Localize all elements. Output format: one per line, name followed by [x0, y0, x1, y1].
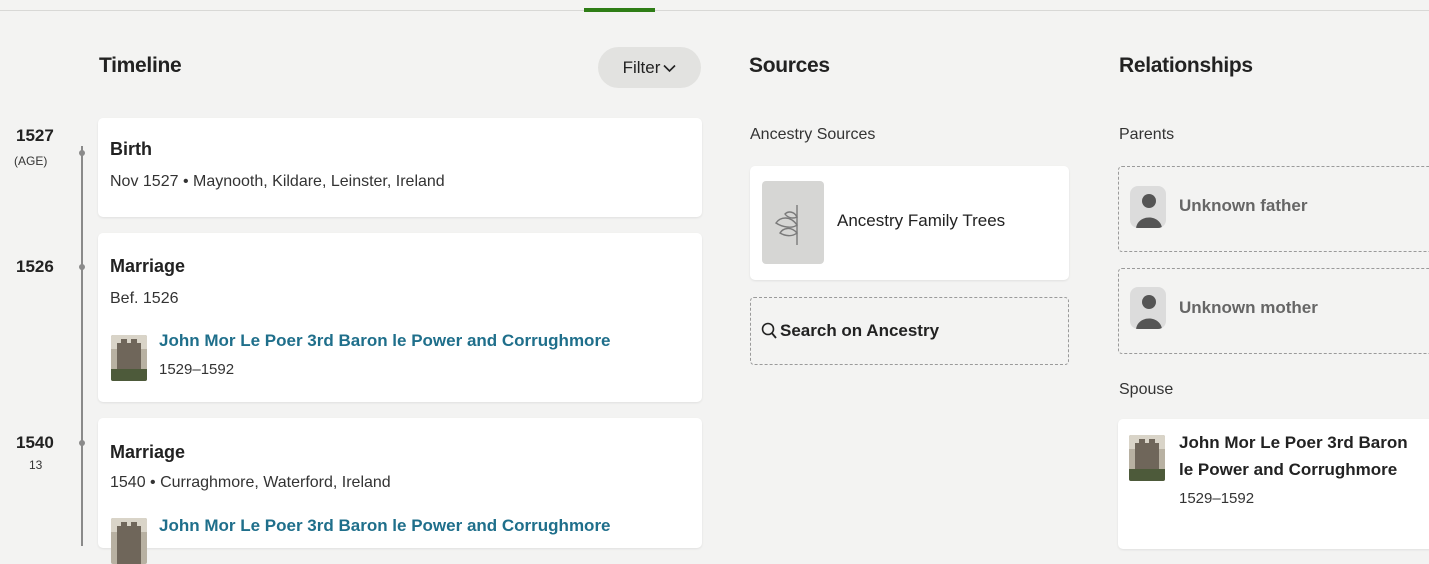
timeline-title: Timeline [99, 54, 182, 77]
active-tab-indicator [584, 8, 655, 12]
timeline-age: (AGE) [14, 154, 48, 168]
event-title: Marriage [110, 442, 186, 462]
person-silhouette-icon [1130, 287, 1166, 329]
timeline-line [81, 146, 83, 546]
parents-label: Parents [1119, 126, 1175, 143]
spouse-link[interactable]: John Mor Le Poer 3rd Baron le Power and … [159, 331, 611, 351]
spouse-dates: 1529–1592 [159, 361, 235, 378]
ancestry-sources-label: Ancestry Sources [750, 126, 876, 143]
event-detail: 1540 • Curraghmore, Waterford, Ireland [110, 474, 391, 491]
event-detail: Bef. 1526 [110, 290, 179, 307]
sources-title: Sources [749, 54, 830, 77]
timeline-age: 13 [29, 458, 43, 472]
castle-photo-thumbnail [1129, 435, 1165, 481]
event-card-marriage[interactable]: Marriage 1540 • Curraghmore, Waterford, … [98, 418, 702, 564]
spouse-label: Spouse [1119, 381, 1174, 398]
source-label: Ancestry Family Trees [837, 211, 1006, 230]
spouse-link[interactable]: John Mor Le Poer 3rd Baron le Power and … [159, 516, 611, 536]
timeline-year: 1527 [16, 126, 54, 145]
search-icon [761, 322, 777, 345]
filter-button[interactable]: Filter [598, 47, 701, 88]
unknown-father-label: Unknown father [1179, 196, 1308, 215]
person-silhouette-icon [1130, 186, 1166, 228]
event-title: Birth [110, 139, 152, 159]
castle-photo-thumbnail [111, 335, 147, 381]
spouse-name-line2[interactable]: le Power and Corrughmore [1179, 460, 1397, 480]
spouse-card[interactable]: John Mor Le Poer 3rd Baron le Power and … [1118, 419, 1429, 549]
relationships-title: Relationships [1119, 54, 1253, 77]
event-card-birth[interactable]: Birth Nov 1527 • Maynooth, Kildare, Lein… [98, 118, 702, 217]
search-on-ancestry-button[interactable]: Search on Ancestry [750, 297, 1069, 365]
source-card-family-trees[interactable]: Ancestry Family Trees [750, 166, 1069, 280]
event-card-marriage[interactable]: Marriage Bef. 1526 John Mor Le Poer 3rd … [98, 233, 702, 402]
timeline-dot [79, 150, 85, 156]
filter-label: Filter [622, 57, 661, 77]
event-detail: Nov 1527 • Maynooth, Kildare, Leinster, … [110, 173, 445, 190]
unknown-mother-label: Unknown mother [1179, 298, 1318, 317]
spouse-dates: 1529–1592 [1179, 490, 1255, 507]
unknown-father-card[interactable]: Unknown father [1118, 166, 1429, 252]
timeline-dot [79, 440, 85, 446]
timeline-year: 1540 [16, 433, 54, 452]
spouse-name-line1[interactable]: John Mor Le Poer 3rd Baron [1179, 433, 1408, 453]
castle-photo-thumbnail [111, 518, 147, 564]
timeline-year: 1526 [16, 257, 54, 276]
chevron-down-icon [663, 58, 676, 78]
search-label: Search on Ancestry [780, 321, 940, 340]
timeline-dot [79, 264, 85, 270]
top-divider [0, 10, 1429, 11]
leaf-icon [762, 181, 824, 264]
event-title: Marriage [110, 256, 186, 276]
unknown-mother-card[interactable]: Unknown mother [1118, 268, 1429, 354]
